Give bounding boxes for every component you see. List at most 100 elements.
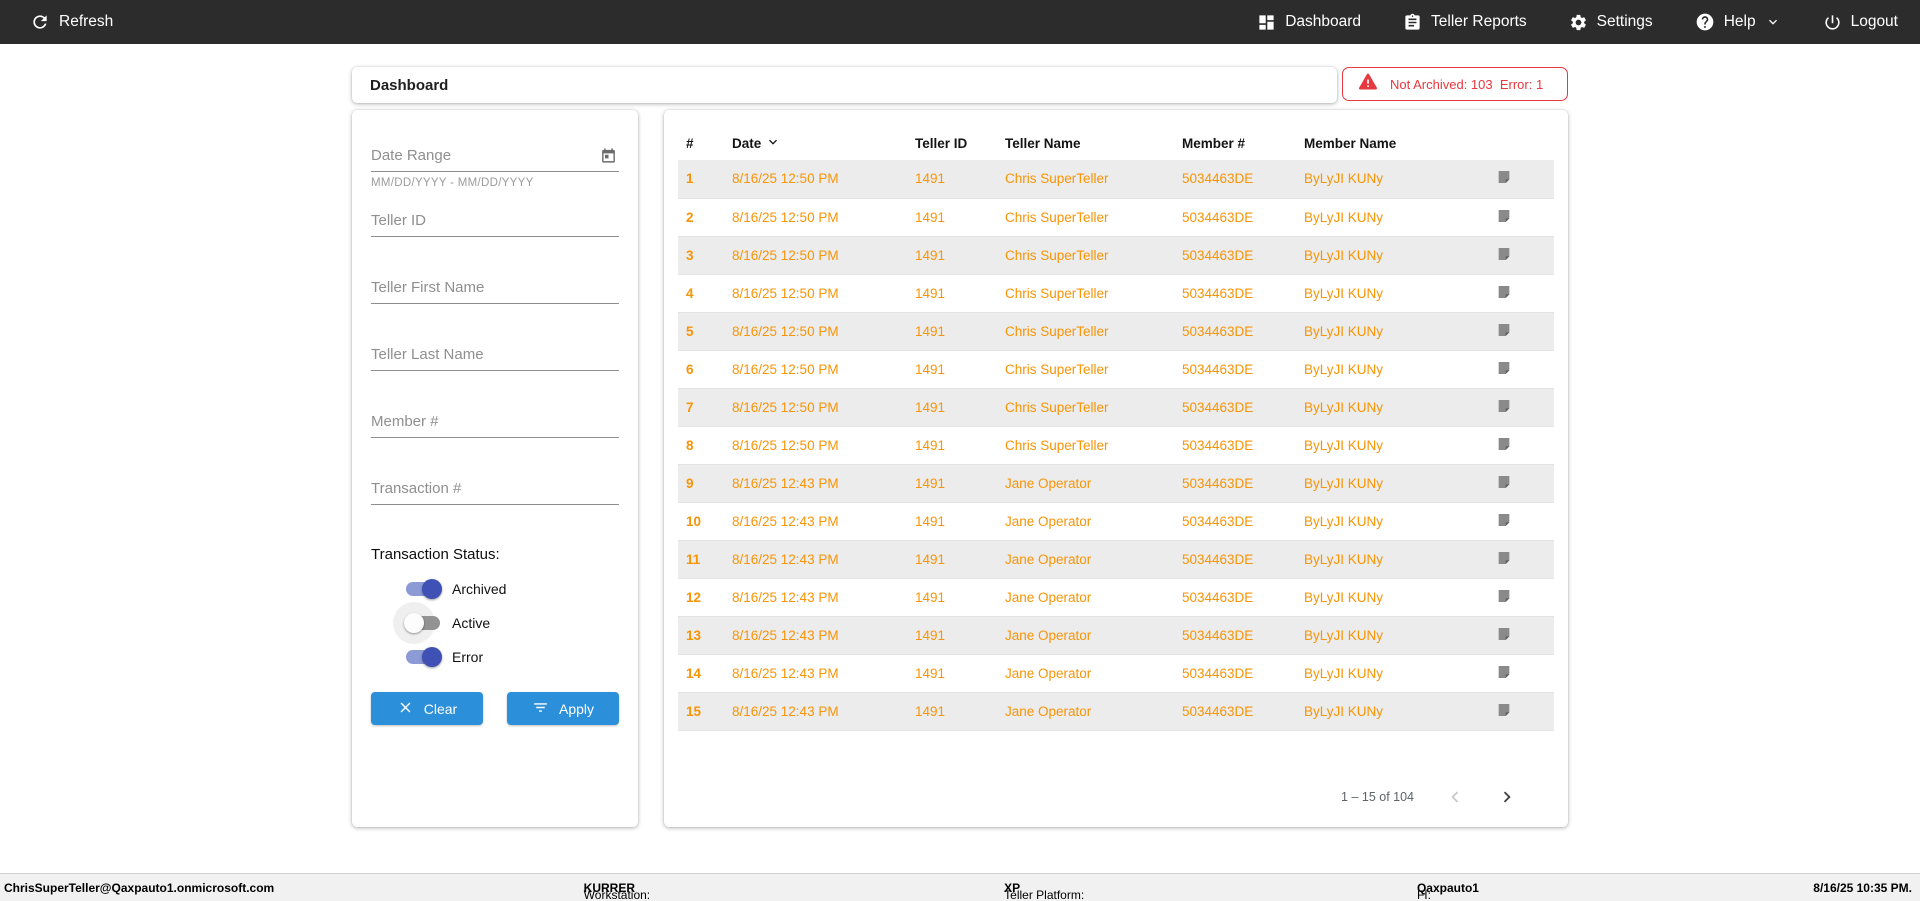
- not-archived-alert-badge[interactable]: Not Archived: 103 Error: 1: [1342, 67, 1568, 101]
- note-icon[interactable]: [1496, 474, 1512, 490]
- col-header-teller-id[interactable]: Teller ID: [907, 126, 997, 160]
- cell-member-name: ByLyJI KUNy: [1304, 551, 1384, 567]
- next-page-button[interactable]: [1496, 786, 1518, 808]
- toggle-label: Active: [452, 615, 491, 631]
- cell-member-number: 5034463DE: [1182, 361, 1254, 377]
- note-icon[interactable]: [1496, 550, 1512, 566]
- note-icon[interactable]: [1496, 169, 1512, 185]
- col-header-teller-name[interactable]: Teller Name: [997, 126, 1174, 160]
- cell-note: [1466, 274, 1554, 312]
- table-row[interactable]: 13 8/16/25 12:43 PM 1491 Jane Operator 5…: [678, 616, 1554, 654]
- table-header-row: # Date Teller ID Teller Name Member # Me…: [678, 126, 1554, 160]
- transaction-number-label: Transaction #: [371, 480, 462, 497]
- nav-teller-reports-label: Teller Reports: [1431, 13, 1527, 30]
- cell-number: 2: [686, 209, 694, 225]
- cell-note: [1466, 312, 1554, 350]
- teller-last-name-field[interactable]: Teller Last Name: [371, 345, 619, 371]
- nav-logout[interactable]: Logout: [1823, 13, 1898, 32]
- nav-logout-label: Logout: [1850, 13, 1898, 30]
- cell-member-name: ByLyJI KUNy: [1304, 209, 1384, 225]
- note-icon[interactable]: [1496, 360, 1512, 376]
- nav-settings[interactable]: Settings: [1569, 13, 1653, 32]
- cell-teller-id: 1491: [915, 171, 946, 187]
- cell-member-number: 5034463DE: [1182, 513, 1254, 529]
- table-row[interactable]: 9 8/16/25 12:43 PM 1491 Jane Operator 50…: [678, 464, 1554, 502]
- filter-panel: Date Range MM/DD/YYYY - MM/DD/YYYY Telle…: [352, 110, 638, 827]
- cell-note: [1466, 578, 1554, 616]
- member-number-field[interactable]: Member #: [371, 412, 619, 438]
- cell-number: 11: [686, 551, 701, 567]
- apply-button[interactable]: Apply: [507, 692, 619, 725]
- calendar-icon[interactable]: [600, 147, 617, 169]
- cell-member-name: ByLyJI KUNy: [1304, 703, 1384, 719]
- note-icon[interactable]: [1496, 322, 1512, 338]
- col-header-member-number[interactable]: Member #: [1174, 126, 1296, 160]
- transaction-number-field[interactable]: Transaction #: [371, 479, 619, 505]
- toggle-error[interactable]: Error: [406, 644, 619, 670]
- cell-note: [1466, 426, 1554, 464]
- date-range-field[interactable]: Date Range: [371, 146, 619, 172]
- warning-triangle-icon: [1357, 72, 1379, 97]
- nav-settings-label: Settings: [1596, 13, 1653, 30]
- toggle-active[interactable]: Active: [393, 602, 619, 644]
- toggle-switch[interactable]: [393, 602, 440, 644]
- col-header-member-name[interactable]: Member Name: [1296, 126, 1466, 160]
- table-row[interactable]: 2 8/16/25 12:50 PM 1491 Chris SuperTelle…: [678, 198, 1554, 236]
- cell-date: 8/16/25 12:43 PM: [732, 665, 839, 681]
- note-icon[interactable]: [1496, 246, 1512, 262]
- note-icon[interactable]: [1496, 588, 1512, 604]
- table-row[interactable]: 12 8/16/25 12:43 PM 1491 Jane Operator 5…: [678, 578, 1554, 616]
- cell-number: 13: [686, 627, 702, 643]
- cell-number: 5: [686, 323, 694, 339]
- cell-date: 8/16/25 12:43 PM: [732, 513, 839, 529]
- col-header-number[interactable]: #: [678, 126, 724, 160]
- cell-date: 8/16/25 12:43 PM: [732, 551, 839, 567]
- nav-teller-reports[interactable]: Teller Reports: [1403, 13, 1527, 32]
- table-row[interactable]: 14 8/16/25 12:43 PM 1491 Jane Operator 5…: [678, 654, 1554, 692]
- table-row[interactable]: 5 8/16/25 12:50 PM 1491 Chris SuperTelle…: [678, 312, 1554, 350]
- note-icon[interactable]: [1496, 702, 1512, 718]
- toggle-archived[interactable]: Archived: [406, 576, 619, 602]
- table-row[interactable]: 11 8/16/25 12:43 PM 1491 Jane Operator 5…: [678, 540, 1554, 578]
- table-row[interactable]: 6 8/16/25 12:50 PM 1491 Chris SuperTelle…: [678, 350, 1554, 388]
- note-icon[interactable]: [1496, 398, 1512, 414]
- toggle-switch[interactable]: [406, 579, 442, 599]
- cell-note: [1466, 616, 1554, 654]
- table-row[interactable]: 15 8/16/25 12:43 PM 1491 Jane Operator 5…: [678, 692, 1554, 730]
- cell-member-number: 5034463DE: [1182, 323, 1254, 339]
- teller-id-field[interactable]: Teller ID: [371, 211, 619, 237]
- refresh-button[interactable]: Refresh: [30, 12, 113, 32]
- table-row[interactable]: 4 8/16/25 12:50 PM 1491 Chris SuperTelle…: [678, 274, 1554, 312]
- cell-note: [1466, 350, 1554, 388]
- cell-teller-id: 1491: [915, 285, 946, 301]
- status-datetime: 8/16/25 10:35 PM.: [1813, 881, 1912, 895]
- table-row[interactable]: 1 8/16/25 12:50 PM 1491 Chris SuperTelle…: [678, 160, 1554, 198]
- dashboard-icon: [1257, 13, 1276, 32]
- table-row[interactable]: 10 8/16/25 12:43 PM 1491 Jane Operator 5…: [678, 502, 1554, 540]
- table-row[interactable]: 7 8/16/25 12:50 PM 1491 Chris SuperTelle…: [678, 388, 1554, 426]
- cell-member-number: 5034463DE: [1182, 665, 1254, 681]
- cell-note: [1466, 198, 1554, 236]
- cell-teller-id: 1491: [915, 703, 946, 719]
- transactions-table-card: # Date Teller ID Teller Name Member # Me…: [664, 110, 1568, 827]
- note-icon[interactable]: [1496, 512, 1512, 528]
- note-icon[interactable]: [1496, 208, 1512, 224]
- note-icon[interactable]: [1496, 284, 1512, 300]
- table-row[interactable]: 8 8/16/25 12:50 PM 1491 Chris SuperTelle…: [678, 426, 1554, 464]
- cell-member-name: ByLyJI KUNy: [1304, 247, 1384, 263]
- nav-help[interactable]: Help: [1695, 12, 1781, 32]
- note-icon[interactable]: [1496, 626, 1512, 642]
- cell-teller-name: Chris SuperTeller: [1005, 171, 1109, 187]
- cell-note: [1466, 236, 1554, 274]
- clear-button[interactable]: Clear: [371, 692, 483, 725]
- col-header-date[interactable]: Date: [724, 126, 907, 160]
- toggle-switch[interactable]: [406, 647, 442, 667]
- teller-first-name-field[interactable]: Teller First Name: [371, 278, 619, 304]
- table-row[interactable]: 3 8/16/25 12:50 PM 1491 Chris SuperTelle…: [678, 236, 1554, 274]
- cell-teller-name: Jane Operator: [1005, 513, 1092, 529]
- note-icon[interactable]: [1496, 436, 1512, 452]
- cell-member-number: 5034463DE: [1182, 475, 1254, 491]
- previous-page-button[interactable]: [1444, 786, 1466, 808]
- note-icon[interactable]: [1496, 664, 1512, 680]
- nav-dashboard[interactable]: Dashboard: [1257, 13, 1361, 32]
